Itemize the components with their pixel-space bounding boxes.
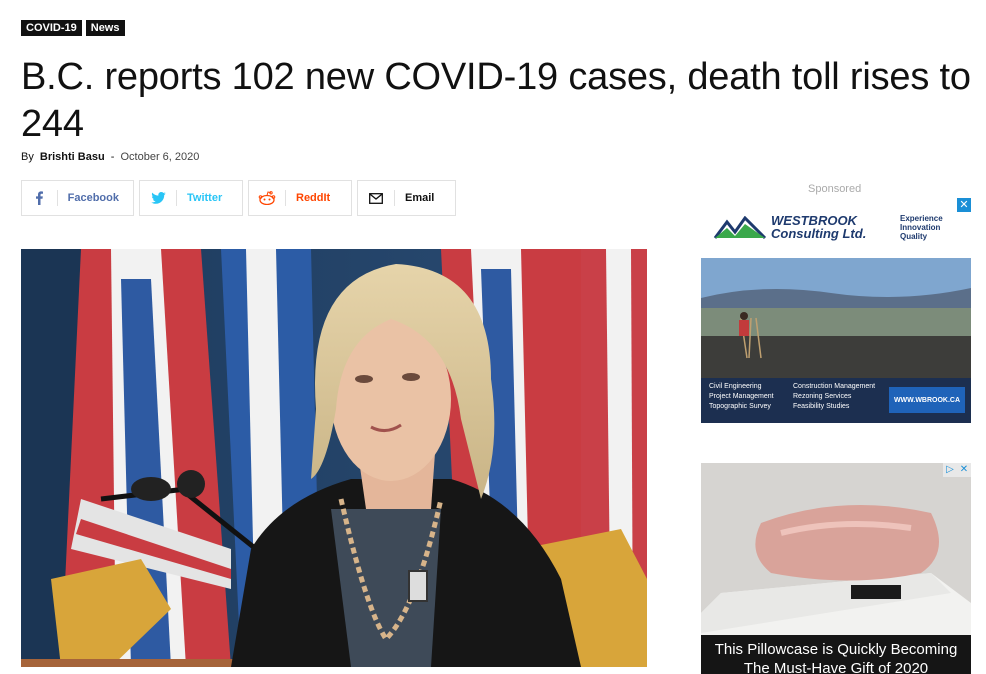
email-share-button[interactable]: Email: [357, 180, 456, 216]
reddit-icon: [249, 181, 285, 215]
featured-image: [21, 249, 647, 667]
ad-caption[interactable]: This Pillowcase is Quickly Becoming The …: [701, 635, 971, 674]
service-item: Topographic Survey: [709, 403, 771, 410]
ad-close-icon[interactable]: ✕: [957, 463, 971, 477]
services-left: Civil Engineering Project Management Top…: [709, 382, 774, 412]
ad-brand: WESTBROOK Consulting Ltd.: [771, 214, 866, 240]
service-item: Construction Management: [793, 383, 876, 390]
service-item: Civil Engineering: [709, 383, 762, 390]
byline: By Brishti Basu - October 6, 2020: [21, 151, 199, 163]
email-label: Email: [405, 192, 435, 204]
twitter-label: Twitter: [187, 192, 223, 204]
category-tags: COVID-19 News: [21, 20, 125, 36]
ad-tagline: Experience Innovation Quality: [900, 214, 943, 241]
facebook-icon: [22, 181, 57, 215]
envelope-icon: [358, 181, 394, 215]
ad-choices[interactable]: ▷ ✕: [943, 463, 971, 477]
twitter-share-button[interactable]: Twitter: [139, 180, 243, 216]
westbrook-ad[interactable]: WESTBROOK Consulting Ltd. Experience Inn…: [701, 198, 971, 423]
sponsored-label: Sponsored: [808, 183, 862, 195]
reddit-share-button[interactable]: ReddIt: [248, 180, 352, 216]
tag-news[interactable]: News: [85, 20, 125, 36]
publish-date: October 6, 2020: [120, 151, 200, 163]
tagline-1: Experience: [900, 214, 943, 223]
twitter-icon: [140, 181, 176, 215]
services-right: Construction Management Rezoning Service…: [793, 382, 875, 412]
tag-covid-19[interactable]: COVID-19: [21, 20, 82, 36]
ad-photo: [701, 258, 971, 378]
service-item: Project Management: [709, 393, 774, 400]
ad-footer: Civil Engineering Project Management Top…: [701, 378, 971, 423]
ad-header: WESTBROOK Consulting Ltd. Experience Inn…: [701, 198, 971, 258]
byline-separator: -: [110, 151, 115, 163]
service-item: Rezoning Services: [793, 393, 852, 400]
by-label: By: [21, 151, 34, 163]
article-title: B.C. reports 102 new COVID-19 cases, dea…: [21, 56, 971, 145]
ad-cta-button[interactable]: WWW.WBROOK.CA: [889, 387, 965, 413]
author-link[interactable]: Brishti Basu: [40, 151, 105, 163]
facebook-share-button[interactable]: Facebook: [21, 180, 134, 216]
pillowcase-ad[interactable]: ▷ ✕ This Pillowcase is Quickly Becoming …: [701, 463, 971, 674]
share-bar: Facebook Twitter ReddIt Email: [21, 180, 456, 216]
tagline-3: Quality: [900, 232, 928, 241]
brand-line-2: Consulting Ltd.: [771, 226, 867, 241]
service-item: Feasibility Studies: [793, 403, 850, 410]
adchoices-icon[interactable]: ▷: [943, 463, 957, 477]
ad-close-icon[interactable]: ✕: [957, 198, 971, 212]
tagline-2: Innovation: [900, 223, 941, 232]
facebook-label: Facebook: [67, 192, 119, 204]
reddit-label: ReddIt: [296, 192, 331, 204]
mountain-logo-icon: [713, 216, 767, 240]
